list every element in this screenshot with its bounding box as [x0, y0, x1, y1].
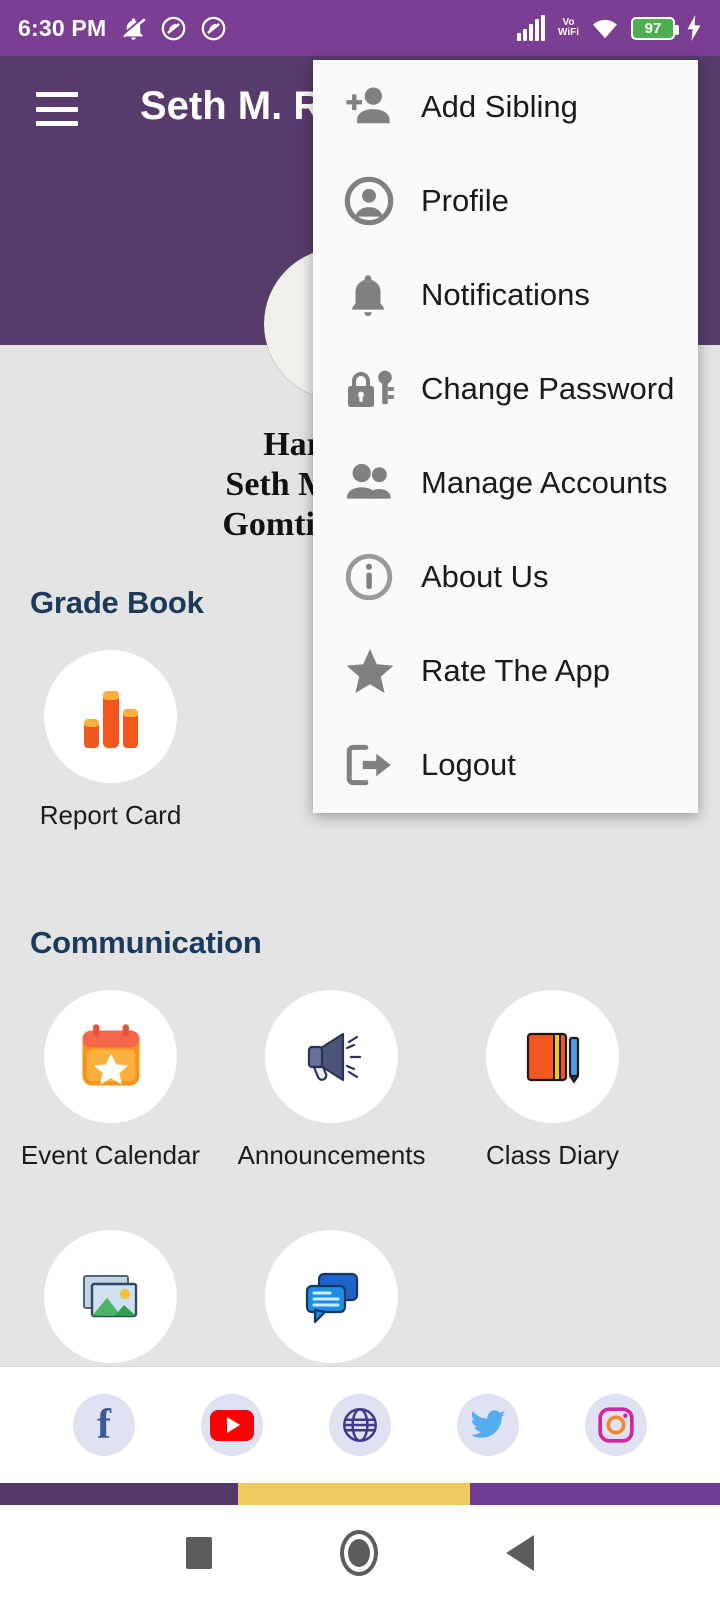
menu-item-label: Profile	[421, 183, 509, 218]
do-not-disturb-icon	[202, 16, 226, 40]
phone-screen: 6:30 PM Vo WiFi 97 Seth M. R. Seth Gomti…	[0, 0, 720, 1600]
hamburger-line	[36, 106, 78, 112]
communication-tiles-row2	[0, 1230, 720, 1380]
menu-item-profile[interactable]: Profile	[313, 154, 698, 248]
color-strip-left	[0, 1483, 238, 1505]
diary-book-icon	[526, 1032, 579, 1083]
android-nav-bar	[0, 1505, 720, 1600]
menu-item-rate-the-app[interactable]: Rate The App	[313, 624, 698, 718]
globe-icon[interactable]	[329, 1394, 391, 1456]
hamburger-line	[36, 121, 78, 126]
menu-item-label: About Us	[421, 559, 549, 594]
battery-icon: 97	[631, 16, 679, 40]
section-title-grade-book: Grade Book	[30, 585, 204, 620]
profile-circle-icon	[343, 175, 405, 227]
tile-chat[interactable]	[221, 1230, 442, 1380]
hamburger-menu-button[interactable]	[36, 92, 78, 126]
tile-label: Report Card	[39, 800, 182, 830]
chat-bubbles-icon	[305, 1272, 358, 1323]
add-person-icon	[343, 81, 405, 133]
wifi-icon	[593, 19, 617, 39]
menu-item-label: Add Sibling	[421, 89, 578, 124]
tile-icon-wrap	[265, 1230, 398, 1363]
logout-arrow-icon	[343, 739, 405, 791]
tile-label: Event Calendar	[20, 1140, 201, 1170]
color-strip	[0, 1483, 720, 1505]
back-triangle-icon[interactable]	[506, 1534, 534, 1571]
charging-bolt-icon	[687, 15, 701, 41]
menu-item-change-password[interactable]: Change Password	[313, 342, 698, 436]
menu-item-label: Rate The App	[421, 653, 611, 688]
youtube-play-shape	[210, 1409, 254, 1441]
menu-item-label: Notifications	[421, 277, 590, 312]
youtube-icon[interactable]	[201, 1394, 263, 1456]
recents-square-icon[interactable]	[186, 1536, 212, 1569]
tile-icon-wrap	[265, 990, 398, 1123]
mute-icon	[122, 16, 146, 40]
signal-bars-icon	[516, 15, 545, 41]
menu-item-manage-accounts[interactable]: Manage Accounts	[313, 436, 698, 530]
calendar-star-icon	[81, 1023, 140, 1086]
tile-label: Announcements	[237, 1140, 426, 1170]
social-footer: f	[0, 1366, 720, 1483]
twitter-icon[interactable]	[457, 1394, 519, 1456]
menu-item-logout[interactable]: Logout	[313, 718, 698, 812]
menu-item-label: Change Password	[421, 371, 675, 406]
do-not-disturb-icon	[162, 16, 186, 40]
menu-item-label: Manage Accounts	[421, 465, 668, 500]
tile-icon-wrap	[44, 650, 177, 783]
communication-tiles-row1: Event Calendar Announcements Class Diary	[0, 990, 720, 1171]
status-right-icons: Vo WiFi 97	[516, 15, 702, 41]
bell-icon	[343, 270, 405, 320]
people-icon	[343, 457, 405, 509]
bar-chart-icon	[83, 690, 138, 748]
menu-item-add-sibling[interactable]: Add Sibling	[313, 60, 698, 154]
instagram-icon[interactable]	[585, 1394, 647, 1456]
tile-announcements[interactable]: Announcements	[221, 990, 442, 1171]
menu-item-notifications[interactable]: Notifications	[313, 248, 698, 342]
tile-report-card[interactable]: Report Card	[0, 650, 221, 831]
overflow-menu: Add Sibling Profile Notifications Change…	[313, 60, 698, 813]
status-time: 6:30 PM	[18, 14, 107, 41]
status-bar: 6:30 PM Vo WiFi 97	[0, 0, 720, 56]
info-circle-icon	[343, 551, 405, 603]
megaphone-icon	[307, 1032, 361, 1081]
tile-gallery[interactable]	[0, 1230, 221, 1380]
color-strip-right	[470, 1483, 720, 1505]
tile-icon-wrap	[44, 990, 177, 1123]
tile-icon-wrap	[44, 1230, 177, 1363]
tile-label: Class Diary	[486, 1140, 619, 1170]
facebook-icon[interactable]: f	[73, 1394, 135, 1456]
menu-item-about-us[interactable]: About Us	[313, 530, 698, 624]
tile-event-calendar[interactable]: Event Calendar	[0, 990, 221, 1171]
vowifi-icon: Vo WiFi	[557, 17, 579, 38]
status-left-icons	[120, 15, 227, 42]
page-title: Seth M. R.	[140, 84, 334, 128]
hamburger-line	[36, 92, 78, 97]
gallery-icon	[82, 1274, 137, 1317]
section-title-communication: Communication	[30, 925, 262, 960]
lock-key-icon	[343, 363, 405, 415]
tile-class-diary[interactable]: Class Diary	[442, 990, 663, 1171]
home-circle-icon[interactable]	[340, 1529, 378, 1576]
menu-item-label: Logout	[421, 747, 516, 782]
star-icon	[343, 644, 405, 698]
color-strip-middle	[238, 1483, 470, 1505]
tile-icon-wrap	[486, 990, 619, 1123]
